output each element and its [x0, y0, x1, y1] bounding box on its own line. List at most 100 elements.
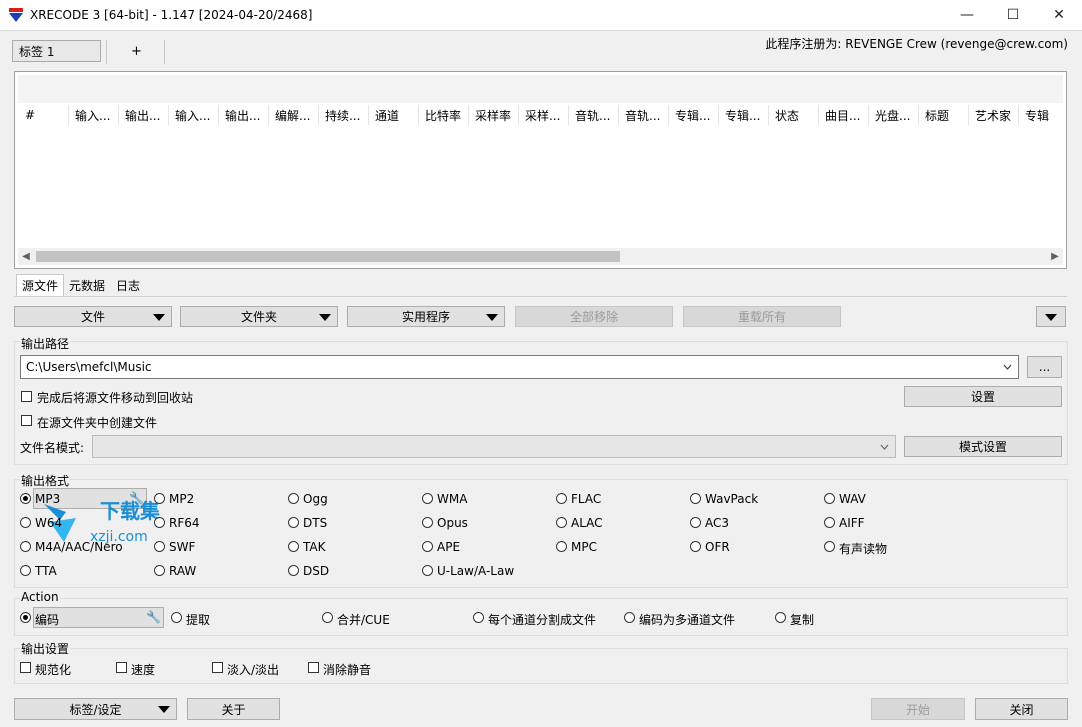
- column-header[interactable]: 输入...: [175, 103, 219, 127]
- column-separator[interactable]: [918, 105, 919, 125]
- format-radio-wav[interactable]: [824, 493, 835, 504]
- create-in-source-checkbox[interactable]: [21, 415, 32, 426]
- column-separator[interactable]: [768, 105, 769, 125]
- column-header[interactable]: 输出...: [225, 103, 269, 127]
- column-header[interactable]: 专辑: [1025, 103, 1069, 127]
- format-label[interactable]: MP2: [169, 492, 194, 506]
- format-label[interactable]: RAW: [169, 564, 196, 578]
- format-label[interactable]: SWF: [169, 540, 195, 554]
- format-radio-dsd[interactable]: [288, 565, 299, 576]
- format-radio-tta[interactable]: [20, 565, 31, 576]
- output-setting-label[interactable]: 速度: [131, 661, 155, 678]
- format-label[interactable]: M4A/AAC/Nero: [35, 540, 123, 554]
- maximize-button[interactable]: ☐: [990, 0, 1036, 30]
- format-radio-ape[interactable]: [422, 541, 433, 552]
- format-label[interactable]: W64: [35, 516, 62, 530]
- tab-metadata[interactable]: 元数据: [64, 274, 110, 296]
- action-label-item[interactable]: 编码: [35, 611, 59, 628]
- minimize-button[interactable]: —: [944, 0, 990, 30]
- column-separator[interactable]: [318, 105, 319, 125]
- format-radio-mp2[interactable]: [154, 493, 165, 504]
- action-label-item[interactable]: 编码为多通道文件: [639, 611, 735, 628]
- action-radio[interactable]: [322, 612, 333, 623]
- wrench-icon[interactable]: 🔧: [146, 610, 161, 624]
- action-label-item[interactable]: 复制: [790, 611, 814, 628]
- format-label[interactable]: RF64: [169, 516, 200, 530]
- file-dropdown-button[interactable]: 文件: [14, 306, 172, 327]
- format-radio-w64[interactable]: [20, 517, 31, 528]
- column-header[interactable]: 状态: [775, 103, 819, 127]
- format-radio-alac[interactable]: [556, 517, 567, 528]
- column-header[interactable]: 标题: [925, 103, 969, 127]
- column-separator[interactable]: [668, 105, 669, 125]
- column-separator[interactable]: [218, 105, 219, 125]
- scrollbar-thumb[interactable]: [36, 251, 620, 262]
- column-header[interactable]: 音轨...: [575, 103, 619, 127]
- horizontal-scrollbar[interactable]: ◀ ▶: [18, 248, 1063, 265]
- add-tab-button[interactable]: +: [131, 44, 142, 59]
- column-separator[interactable]: [468, 105, 469, 125]
- action-label-item[interactable]: 提取: [186, 611, 210, 628]
- output-setting-label[interactable]: 规范化: [35, 661, 71, 678]
- remove-all-button[interactable]: 全部移除: [515, 306, 673, 327]
- settings-button[interactable]: 设置: [904, 386, 1062, 407]
- column-separator[interactable]: [718, 105, 719, 125]
- column-separator[interactable]: [868, 105, 869, 125]
- filename-mode-select[interactable]: [92, 435, 896, 458]
- format-radio-swf[interactable]: [154, 541, 165, 552]
- format-radio-raw[interactable]: [154, 565, 165, 576]
- format-radio-dts[interactable]: [288, 517, 299, 528]
- column-separator[interactable]: [118, 105, 119, 125]
- format-label[interactable]: TAK: [303, 540, 325, 554]
- column-header[interactable]: 输入...: [75, 103, 119, 127]
- column-separator[interactable]: [818, 105, 819, 125]
- format-label[interactable]: U-Law/A-Law: [437, 564, 514, 578]
- column-header[interactable]: 专辑...: [675, 103, 719, 127]
- format-radio--[interactable]: [824, 541, 835, 552]
- format-radio-wavpack[interactable]: [690, 493, 701, 504]
- output-path-input[interactable]: C:\Users\mefcl\Music: [20, 355, 1019, 379]
- column-header[interactable]: 曲目...: [825, 103, 869, 127]
- output-setting-checkbox[interactable]: [20, 662, 31, 673]
- reload-all-button[interactable]: 重载所有: [683, 306, 841, 327]
- format-label[interactable]: AIFF: [839, 516, 865, 530]
- format-radio-flac[interactable]: [556, 493, 567, 504]
- column-header[interactable]: 持续...: [325, 103, 369, 127]
- column-separator[interactable]: [268, 105, 269, 125]
- column-header[interactable]: 专辑...: [725, 103, 769, 127]
- close-button[interactable]: 关闭: [975, 698, 1068, 720]
- column-header[interactable]: 比特率: [425, 103, 469, 127]
- format-label[interactable]: APE: [437, 540, 460, 554]
- output-setting-checkbox[interactable]: [212, 662, 223, 673]
- column-header[interactable]: 光盘...: [875, 103, 919, 127]
- format-label[interactable]: MP3: [35, 492, 60, 506]
- tab-log[interactable]: 日志: [111, 274, 151, 296]
- format-label[interactable]: TTA: [35, 564, 57, 578]
- chevron-down-icon[interactable]: [880, 444, 889, 450]
- chevron-down-icon[interactable]: [1003, 364, 1012, 370]
- column-separator[interactable]: [1018, 105, 1019, 125]
- about-button[interactable]: 关于: [187, 698, 280, 720]
- format-label[interactable]: FLAC: [571, 492, 601, 506]
- column-header[interactable]: 音轨...: [625, 103, 669, 127]
- format-label[interactable]: DTS: [303, 516, 327, 530]
- column-separator[interactable]: [968, 105, 969, 125]
- tab-1[interactable]: 标签 1: [12, 40, 101, 62]
- format-label[interactable]: WAV: [839, 492, 866, 506]
- format-radio-tak[interactable]: [288, 541, 299, 552]
- folder-dropdown-button[interactable]: 文件夹: [180, 306, 338, 327]
- format-radio-mp3[interactable]: [20, 493, 31, 504]
- output-setting-label[interactable]: 淡入/淡出: [227, 661, 279, 678]
- column-header[interactable]: 艺术家: [975, 103, 1019, 127]
- column-header[interactable]: 输出...: [125, 103, 169, 127]
- format-label[interactable]: 有声读物: [839, 540, 887, 557]
- format-radio-ac3[interactable]: [690, 517, 701, 528]
- move-to-recycle-checkbox[interactable]: [21, 391, 32, 402]
- action-radio[interactable]: [473, 612, 484, 623]
- format-radio-opus[interactable]: [422, 517, 433, 528]
- format-label[interactable]: ALAC: [571, 516, 603, 530]
- column-separator[interactable]: [168, 105, 169, 125]
- column-separator[interactable]: [418, 105, 419, 125]
- column-separator[interactable]: [568, 105, 569, 125]
- format-radio-ogg[interactable]: [288, 493, 299, 504]
